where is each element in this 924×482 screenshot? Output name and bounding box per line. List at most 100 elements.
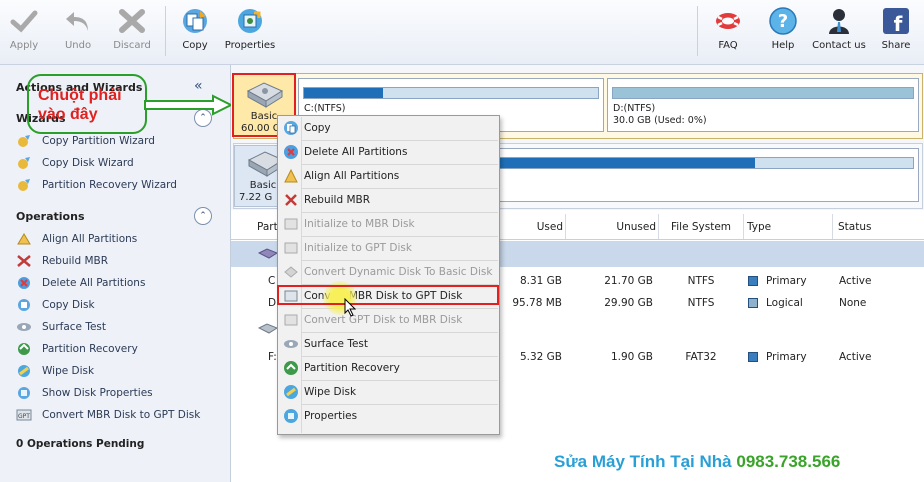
row-c-fs: NTFS: [687, 275, 715, 287]
discard-label: Discard: [113, 40, 151, 51]
ctx-rebuild-mbr[interactable]: Rebuild MBR: [279, 189, 498, 211]
ctx-label: Surface Test: [304, 338, 369, 350]
row-f-partition: F:: [268, 351, 277, 363]
init-gpt-icon: [283, 240, 299, 256]
op-surface-test[interactable]: Surface Test: [16, 320, 106, 334]
convert-dynamic-icon: [283, 264, 299, 280]
partition-recovery-wizard[interactable]: Partition Recovery Wizard: [16, 178, 177, 192]
column-header-file-system[interactable]: File System: [659, 214, 744, 240]
disk-properties-icon: [16, 386, 32, 400]
share-button[interactable]: f Share: [868, 6, 924, 51]
ctx-align-all-partitions[interactable]: Align All Partitions: [279, 165, 498, 187]
mouse-pointer-icon: [344, 298, 357, 317]
partition-d[interactable]: D:(NTFS) 30.0 GB (Used: 0%): [607, 78, 919, 132]
annotation-arrow-icon: [144, 94, 234, 116]
faq-button[interactable]: FAQ: [700, 6, 756, 51]
op-label: Rebuild MBR: [42, 255, 108, 267]
row-c-unused: 21.70 GB: [604, 275, 653, 287]
row-f-status: Active: [839, 351, 872, 363]
surface-test-icon: [283, 336, 299, 352]
properties-button[interactable]: Properties: [222, 6, 278, 51]
column-header-unused[interactable]: Unused: [565, 214, 659, 240]
op-wipe-disk[interactable]: Wipe Disk: [16, 364, 94, 378]
watermark-name: Sửa Máy Tính Tại Nhà: [554, 452, 732, 471]
contact-button[interactable]: Contact us: [811, 6, 867, 51]
operations-collapse-icon[interactable]: ⌃: [194, 207, 212, 225]
contact-label: Contact us: [812, 40, 866, 51]
help-question-icon: ?: [768, 6, 798, 36]
collapse-panel-icon[interactable]: «: [194, 78, 203, 94]
ctx-convert-gpt-to-mbr[interactable]: Convert GPT Disk to MBR Disk: [279, 309, 498, 331]
op-copy-disk[interactable]: Copy Disk: [16, 298, 95, 312]
discard-button[interactable]: Discard: [104, 6, 160, 51]
partition-d-label: D:(NTFS): [613, 103, 656, 114]
ctx-copy[interactable]: Copy: [279, 117, 498, 139]
ctx-convert-dynamic-to-basic[interactable]: Convert Dynamic Disk To Basic Disk: [279, 261, 498, 283]
disk-1-size: 60.00 G: [241, 123, 281, 134]
row-f-type-label: Primary: [766, 351, 807, 363]
op-rebuild-mbr[interactable]: Rebuild MBR: [16, 254, 108, 268]
undo-button[interactable]: Undo: [50, 6, 106, 51]
op-label: Partition Recovery: [42, 343, 138, 355]
contact-person-icon: [824, 6, 854, 36]
op-delete-all-partitions[interactable]: Delete All Partitions: [16, 276, 145, 290]
partition-recovery-wizard-label: Partition Recovery Wizard: [42, 179, 177, 191]
checkmark-icon: [9, 6, 39, 36]
ctx-partition-recovery[interactable]: Partition Recovery: [279, 357, 498, 379]
row-f-unused: 1.90 GB: [610, 351, 653, 363]
ctx-label: Convert GPT Disk to MBR Disk: [304, 314, 463, 326]
ctx-label: Partition Recovery: [304, 362, 400, 374]
disk-2-size: 7.22 G: [239, 192, 273, 203]
ctx-surface-test[interactable]: Surface Test: [279, 333, 498, 355]
copy-button[interactable]: Copy: [167, 6, 223, 51]
context-menu: Copy Delete All Partitions Align All Par…: [277, 115, 500, 435]
wipe-icon: [16, 364, 32, 378]
ctx-label: Copy: [304, 122, 331, 134]
init-mbr-icon: [283, 216, 299, 232]
toolbar-divider-right: [697, 6, 698, 56]
operations-section-title: Operations: [16, 210, 85, 223]
op-label: Show Disk Properties: [42, 387, 153, 399]
annotation-line-1: Chuột phải: [38, 87, 122, 104]
help-label: Help: [771, 40, 795, 51]
ctx-label: Initialize to MBR Disk: [304, 218, 415, 230]
apply-button[interactable]: Apply: [0, 6, 52, 51]
row-d-unused: 29.90 GB: [604, 297, 653, 309]
column-header-status[interactable]: Status: [838, 214, 922, 240]
op-partition-recovery[interactable]: Partition Recovery: [16, 342, 138, 356]
row-c-type: Primary: [748, 275, 807, 287]
row-d-partition: D: [268, 297, 277, 309]
copy-disk-wizard[interactable]: Copy Disk Wizard: [16, 156, 134, 170]
type-swatch: [748, 276, 758, 286]
svg-text:GPT: GPT: [18, 413, 30, 420]
ctx-properties[interactable]: Properties: [279, 405, 498, 427]
ctx-wipe-disk[interactable]: Wipe Disk: [279, 381, 498, 403]
type-swatch: [748, 298, 758, 308]
row-c-partition: C: [268, 275, 276, 287]
op-label: Wipe Disk: [42, 365, 95, 377]
op-show-disk-properties[interactable]: Show Disk Properties: [16, 386, 153, 400]
partition-d-detail: 30.0 GB (Used: 0%): [613, 115, 707, 126]
ctx-label: Rebuild MBR: [304, 194, 370, 206]
partition-d-usage-bar: [612, 87, 914, 99]
op-label: Align All Partitions: [42, 233, 138, 245]
op-label: Convert MBR Disk to GPT Disk: [42, 409, 201, 421]
ctx-delete-all-partitions[interactable]: Delete All Partitions: [279, 141, 498, 163]
partition-recovery-icon: [283, 360, 299, 376]
op-convert-mbr-to-gpt[interactable]: GPT Convert MBR Disk to GPT Disk: [16, 408, 200, 422]
column-header-type[interactable]: Type: [747, 214, 833, 240]
undo-label: Undo: [64, 40, 92, 51]
toolbar: Apply Undo Discard Copy Properties FAQ ?: [0, 0, 924, 65]
type-swatch: [748, 352, 758, 362]
ctx-initialize-mbr[interactable]: Initialize to MBR Disk: [279, 213, 498, 235]
copy-partition-wizard[interactable]: Copy Partition Wizard: [16, 134, 155, 148]
row-d-type: Logical: [748, 297, 803, 309]
copy-disk-wizard-label: Copy Disk Wizard: [42, 157, 134, 169]
copy-icon: [283, 120, 299, 136]
ctx-initialize-gpt[interactable]: Initialize to GPT Disk: [279, 237, 498, 259]
undo-icon: [63, 6, 93, 36]
op-align-all-partitions[interactable]: Align All Partitions: [16, 232, 137, 246]
rebuild-icon: [283, 192, 299, 208]
help-button[interactable]: ? Help: [755, 6, 811, 51]
wipe-icon: [283, 384, 299, 400]
